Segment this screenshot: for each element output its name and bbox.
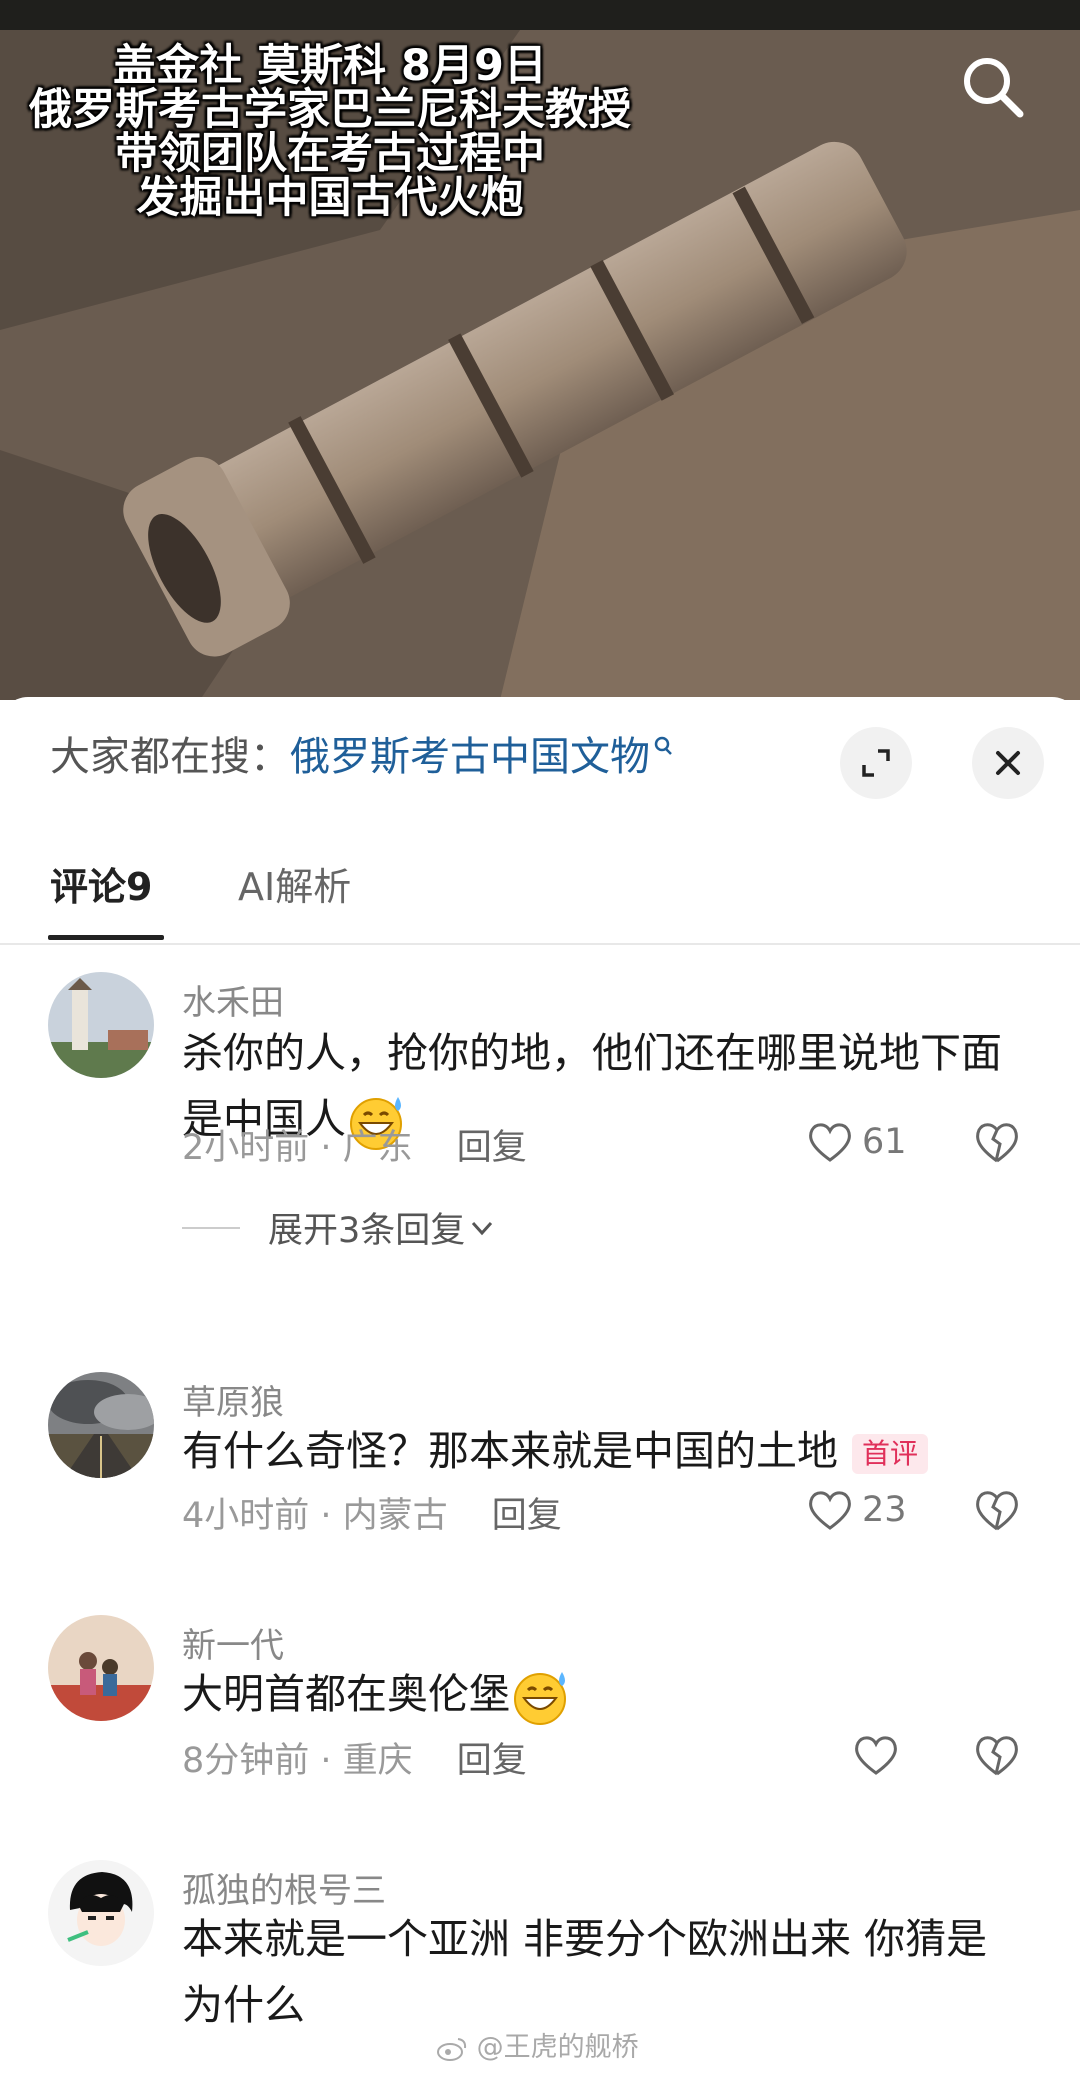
- reply-button[interactable]: 回复: [457, 1741, 527, 1781]
- reply-button[interactable]: 回复: [457, 1128, 527, 1168]
- heart-icon: [809, 1123, 851, 1162]
- comment-location: 广东: [342, 1128, 413, 1168]
- comment-username[interactable]: 孤独的根号三: [182, 1863, 386, 1912]
- video-caption: 盖金社 莫斯科 8月9日 俄罗斯考古学家巴兰尼科夫教授 带领团队在考古过程中 发…: [0, 44, 660, 220]
- chevron-down-icon: [472, 1221, 493, 1235]
- first-comment-badge: 首评: [852, 1434, 929, 1474]
- expand-replies-label: 展开3条回复: [268, 1211, 466, 1251]
- heart-icon: [809, 1491, 851, 1530]
- caption-line: 俄罗斯考古学家巴兰尼科夫教授: [29, 85, 631, 135]
- like-button[interactable]: 61: [806, 1117, 907, 1167]
- dislike-button[interactable]: [972, 1485, 1022, 1535]
- comment-sheet: 大家都在搜：俄罗斯考古中国文物 评论9 AI解析 水禾田 杀你的人，抢你的地，他…: [0, 697, 1080, 2075]
- tab-comments[interactable]: 评论9: [50, 847, 152, 927]
- watermark: @王虎的舰桥: [436, 2025, 639, 2064]
- search-icon: [654, 736, 672, 755]
- suggestion-query-link[interactable]: 俄罗斯考古中国文物: [290, 734, 650, 780]
- search-button[interactable]: [958, 52, 1028, 122]
- active-tab-indicator: [48, 935, 164, 940]
- tab-ai-analysis[interactable]: AI解析: [238, 847, 351, 927]
- comment-meta: 2小时前 · 广东 回复: [182, 1128, 527, 1168]
- close-icon: [996, 751, 1020, 775]
- comment-time: 2小时前: [182, 1128, 310, 1168]
- comment-text-body: 有什么奇怪？那本来就是中国的土地: [182, 1427, 838, 1475]
- reply-button[interactable]: 回复: [492, 1496, 562, 1536]
- divider-line: [182, 1226, 240, 1229]
- comment-text: 本来就是一个亚洲 非要分个欧洲出来 你猜是为什么: [182, 1915, 988, 2029]
- watermark-text: @王虎的舰桥: [476, 2032, 639, 2063]
- grinning-sweat-emoji: [510, 1668, 572, 1726]
- broken-heart-icon: [976, 1491, 1018, 1531]
- search-suggestion: 大家都在搜：俄罗斯考古中国文物: [50, 733, 674, 781]
- comment-location: 内蒙古: [342, 1496, 448, 1536]
- comment-text: 有什么奇怪？那本来就是中国的土地 首评: [182, 1418, 1022, 1484]
- dislike-button[interactable]: [972, 1117, 1022, 1167]
- avatar[interactable]: [48, 1860, 154, 1966]
- caption-line: 盖金社 莫斯科 8月9日: [113, 41, 547, 91]
- broken-heart-icon: [976, 1736, 1018, 1776]
- like-button[interactable]: [852, 1730, 908, 1780]
- search-icon: [964, 58, 1024, 118]
- comment-username[interactable]: 草原狼: [182, 1375, 284, 1424]
- comment-time: 4小时前: [182, 1496, 310, 1536]
- video-player[interactable]: 盖金社 莫斯科 8月9日 俄罗斯考古学家巴兰尼科夫教授 带领团队在考古过程中 发…: [0, 30, 1080, 700]
- comment-username[interactable]: 水禾田: [182, 975, 284, 1024]
- comment-meta: 8分钟前 · 重庆 回复: [182, 1741, 527, 1781]
- dislike-button[interactable]: [972, 1730, 1022, 1780]
- caption-line: 带领团队在考古过程中: [115, 129, 545, 179]
- like-count: 23: [862, 1490, 907, 1530]
- caption-line: 发掘出中国古代火炮: [136, 173, 524, 223]
- expand-icon: [862, 749, 890, 777]
- avatar[interactable]: [48, 1615, 154, 1721]
- weibo-logo-icon: [437, 2037, 467, 2061]
- avatar[interactable]: [48, 1372, 154, 1478]
- comment-username[interactable]: 新一代: [182, 1618, 284, 1667]
- heart-icon: [855, 1736, 897, 1775]
- comment-text-body: 大明首都在奥伦堡: [182, 1670, 510, 1718]
- broken-heart-icon: [976, 1123, 1018, 1163]
- status-bar: [0, 0, 1080, 30]
- suggestion-label: 大家都在搜：: [50, 734, 290, 780]
- comment-text: 大明首都在奥伦堡: [182, 1661, 1022, 1727]
- comment-time: 8分钟前: [182, 1741, 310, 1781]
- like-button[interactable]: 23: [806, 1485, 907, 1535]
- like-count: 61: [862, 1122, 907, 1162]
- expand-button[interactable]: [840, 727, 912, 799]
- tab-bar: 评论9 AI解析: [0, 847, 1080, 945]
- comment-location: 重庆: [342, 1741, 413, 1781]
- avatar[interactable]: [48, 972, 154, 1078]
- comment-meta: 4小时前 · 内蒙古 回复: [182, 1496, 562, 1536]
- expand-replies[interactable]: 展开3条回复: [182, 1202, 499, 1253]
- close-button[interactable]: [972, 727, 1044, 799]
